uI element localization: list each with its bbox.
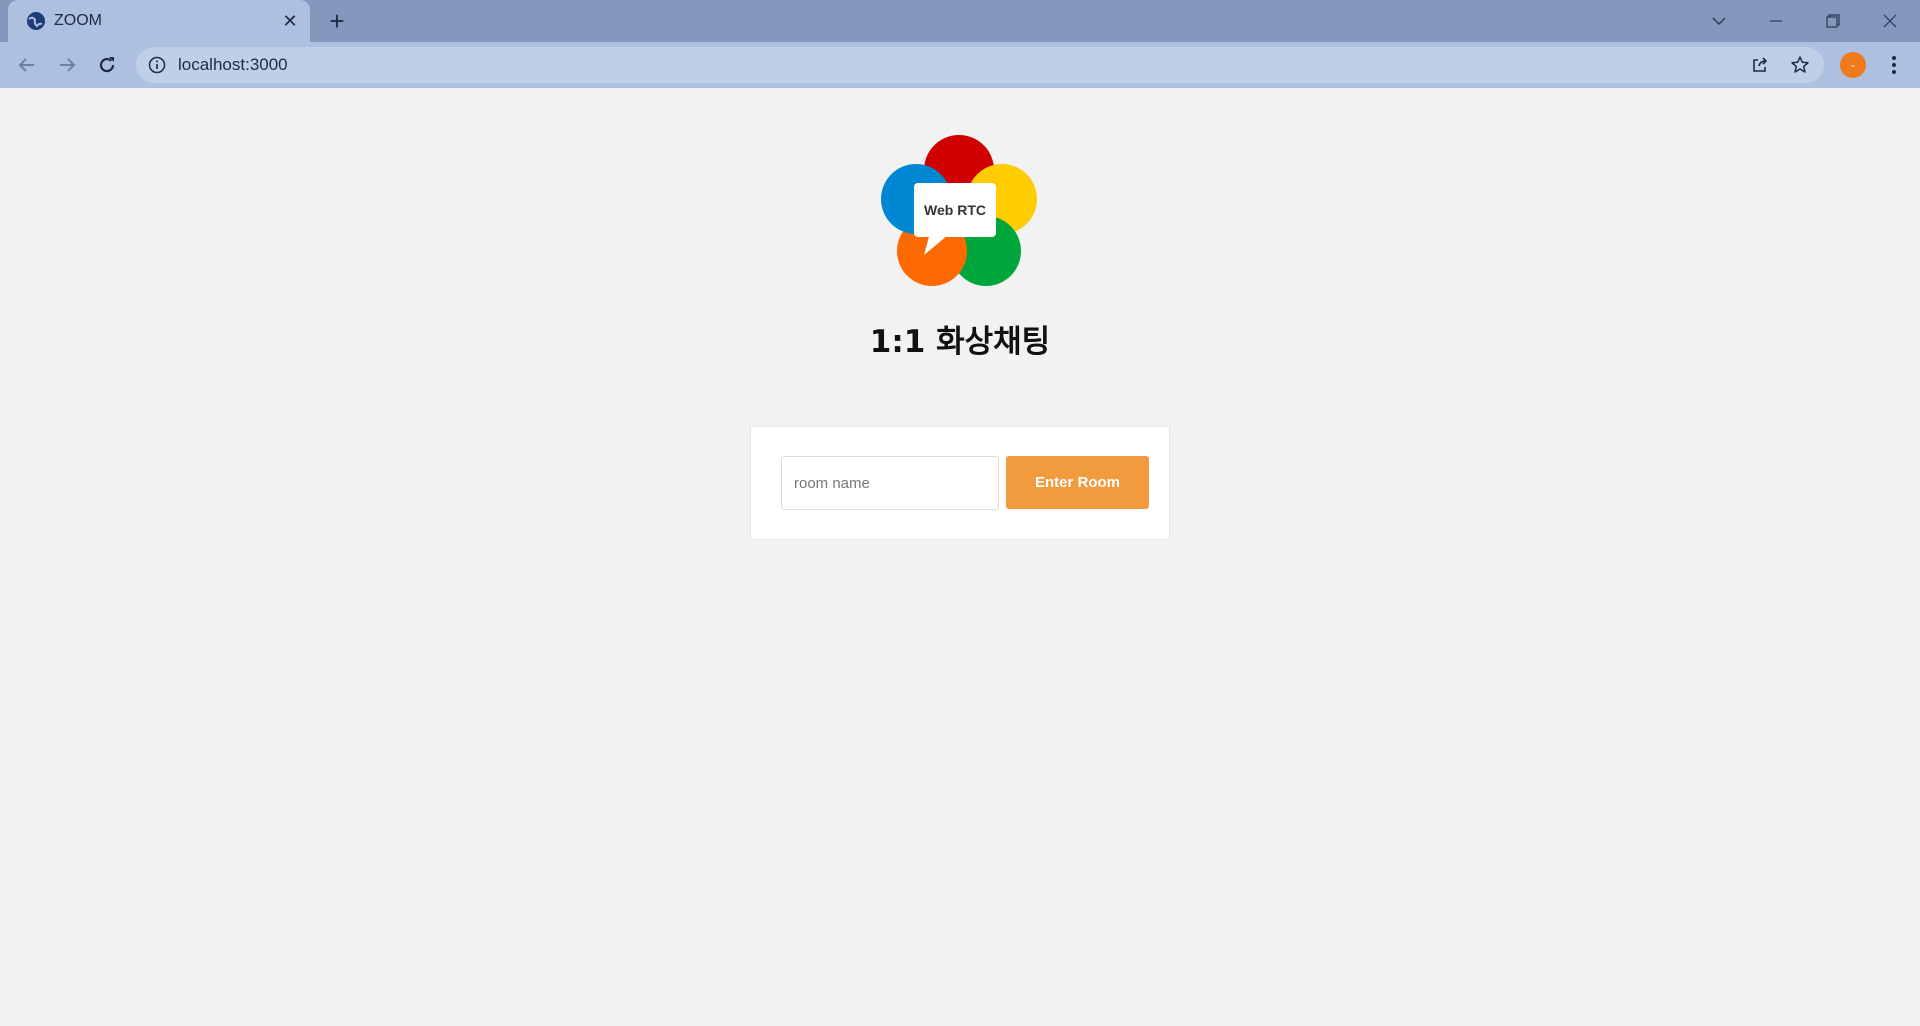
minimize-icon[interactable] bbox=[1763, 8, 1789, 34]
room-form: Enter Room bbox=[750, 426, 1170, 540]
tab-strip: ZOOM ✕ + bbox=[0, 0, 1920, 42]
close-window-icon[interactable] bbox=[1877, 8, 1903, 34]
browser-toolbar: localhost:3000 - bbox=[0, 42, 1920, 88]
tab-search-chevron-icon[interactable] bbox=[1706, 8, 1732, 34]
share-icon[interactable] bbox=[1750, 55, 1770, 75]
globe-icon bbox=[27, 12, 45, 30]
browser-tab[interactable]: ZOOM ✕ bbox=[8, 0, 310, 42]
address-bar[interactable]: localhost:3000 bbox=[136, 47, 1824, 83]
tab-title: ZOOM bbox=[54, 12, 102, 29]
restore-icon[interactable] bbox=[1820, 8, 1846, 34]
close-tab-icon[interactable]: ✕ bbox=[280, 11, 300, 31]
page-content: Web RTC 1:1 화상채팅 Enter Room bbox=[0, 88, 1920, 1026]
more-options-icon[interactable] bbox=[1884, 53, 1904, 77]
room-name-input[interactable] bbox=[781, 456, 999, 510]
reload-icon[interactable] bbox=[95, 53, 119, 77]
new-tab-icon[interactable]: + bbox=[324, 8, 350, 34]
logo-text: Web RTC bbox=[924, 202, 986, 218]
back-arrow-icon[interactable] bbox=[15, 53, 39, 77]
enter-room-button[interactable]: Enter Room bbox=[1006, 456, 1149, 509]
site-info-icon[interactable] bbox=[148, 56, 166, 74]
bookmark-star-icon[interactable] bbox=[1790, 55, 1810, 75]
forward-arrow-icon[interactable] bbox=[55, 53, 79, 77]
url-text[interactable]: localhost:3000 bbox=[178, 55, 288, 75]
webrtc-logo: Web RTC bbox=[881, 135, 1037, 286]
page-title: 1:1 화상채팅 bbox=[869, 324, 1051, 360]
profile-avatar[interactable]: - bbox=[1840, 52, 1866, 78]
